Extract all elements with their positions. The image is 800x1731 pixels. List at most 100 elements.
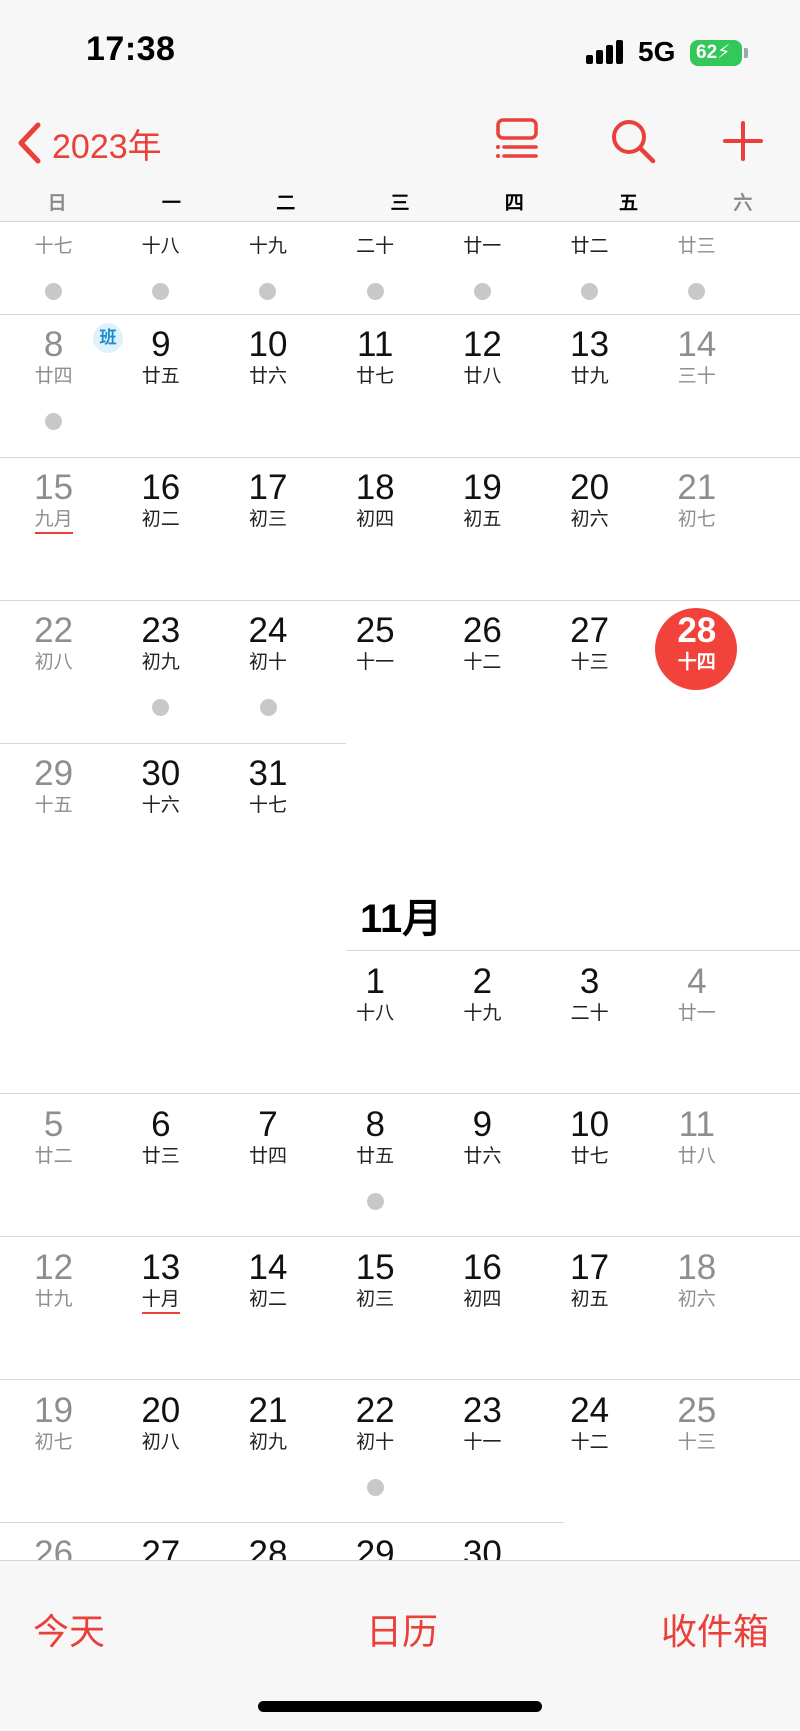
day-cell[interactable]: 23 初九 bbox=[107, 598, 214, 741]
day-cell[interactable]: 2 十九 bbox=[429, 949, 536, 1092]
day-number: 27 bbox=[141, 1534, 181, 1560]
lunar-date: 初二 bbox=[141, 509, 180, 530]
day-number: 23 bbox=[462, 1391, 502, 1430]
day-cell[interactable]: 9 廿六 bbox=[429, 1092, 536, 1235]
lunar-date: 廿九 bbox=[34, 1289, 73, 1310]
back-button[interactable]: 2023年 bbox=[16, 118, 162, 168]
day-cell[interactable]: 25 十三 bbox=[643, 1378, 750, 1521]
day-cell[interactable]: 16 初四 bbox=[429, 1235, 536, 1378]
day-cell[interactable]: 12 廿九 bbox=[0, 1235, 107, 1378]
day-cell[interactable]: 13 廿九 bbox=[536, 312, 643, 455]
day-number: 21 bbox=[248, 1391, 288, 1430]
day-cell[interactable]: 17 初三 bbox=[215, 455, 322, 598]
day-cell[interactable]: 25 十一 bbox=[322, 598, 429, 741]
day-cell[interactable]: 10 廿六 bbox=[215, 312, 322, 455]
lunar-date: 十四 bbox=[677, 652, 716, 673]
day-cell[interactable]: 20 初八 bbox=[107, 1378, 214, 1521]
day-cell[interactable]: 19 初七 bbox=[0, 1378, 107, 1521]
day-cell[interactable]: 29 十五 bbox=[0, 741, 107, 884]
day-cell-partial[interactable]: 廿三 bbox=[643, 222, 750, 325]
day-number: 15 bbox=[355, 1248, 395, 1287]
month-grid[interactable]: 11月 十七 十八 十九 二十 廿一 廿二 廿三 8 廿四班 9 廿五 10 廿六 11 廿七 12 廿八 13 廿… bbox=[0, 222, 800, 1560]
tab-inbox[interactable]: 收件箱 bbox=[661, 1603, 769, 1655]
day-cell[interactable]: 7 廿四 bbox=[215, 1092, 322, 1235]
day-cell[interactable]: 9 廿五 bbox=[107, 312, 214, 455]
day-cell-partial[interactable]: 十九 bbox=[214, 222, 321, 325]
lunar-date: 廿六 bbox=[463, 1146, 502, 1167]
day-cell[interactable]: 27 bbox=[107, 1521, 214, 1560]
day-cell[interactable]: 14 初二 bbox=[215, 1235, 322, 1378]
day-cell[interactable]: 15 初三 bbox=[322, 1235, 429, 1378]
day-cell[interactable]: 8 廿四 bbox=[0, 312, 107, 455]
day-cell[interactable]: 28 十四 bbox=[643, 598, 750, 741]
day-cell[interactable]: 18 初四 bbox=[322, 455, 429, 598]
lunar-date: 二十 bbox=[356, 236, 395, 257]
lunar-month-label: 九月 bbox=[34, 509, 73, 534]
day-number: 1 bbox=[365, 962, 385, 1001]
day-cell[interactable]: 18 初六 bbox=[643, 1235, 750, 1378]
lunar-date: 十八 bbox=[141, 236, 180, 257]
tab-today[interactable]: 今天 bbox=[33, 1603, 105, 1655]
day-cell[interactable]: 19 初五 bbox=[429, 455, 536, 598]
tab-calendars[interactable]: 日历 bbox=[366, 1603, 438, 1655]
day-cell[interactable]: 24 初十 bbox=[215, 598, 322, 741]
day-number: 21 bbox=[677, 468, 717, 507]
lunar-date: 廿二 bbox=[34, 1146, 73, 1167]
day-number: 11 bbox=[357, 325, 394, 364]
day-cell-partial[interactable]: 十八 bbox=[107, 222, 214, 325]
search-button[interactable] bbox=[606, 114, 660, 168]
day-cell[interactable]: 21 初七 bbox=[643, 455, 750, 598]
day-number: 30 bbox=[462, 1534, 502, 1560]
day-number: 25 bbox=[355, 611, 395, 650]
day-cell-partial[interactable]: 十七 bbox=[0, 222, 107, 325]
day-cell[interactable]: 24 十二 bbox=[536, 1378, 643, 1521]
day-cell[interactable]: 8 廿五 bbox=[322, 1092, 429, 1235]
day-cell[interactable]: 11 廿八 bbox=[643, 1092, 750, 1235]
day-cell[interactable]: 26 bbox=[0, 1521, 107, 1560]
day-cell[interactable]: 23 十一 bbox=[429, 1378, 536, 1521]
day-cell[interactable]: 13 十月 bbox=[107, 1235, 214, 1378]
add-event-button[interactable] bbox=[716, 114, 770, 168]
day-cell[interactable]: 30 bbox=[429, 1521, 536, 1560]
day-cell[interactable]: 14 三十 bbox=[643, 312, 750, 455]
day-cell-partial[interactable]: 廿一 bbox=[429, 222, 536, 325]
day-number: 19 bbox=[34, 1391, 74, 1430]
day-cell[interactable]: 22 初十 bbox=[322, 1378, 429, 1521]
day-cell[interactable]: 16 初二 bbox=[107, 455, 214, 598]
nav-bar: 2023年 日 一 二 三 四 五 六 bbox=[0, 100, 800, 222]
lunar-date: 廿七 bbox=[356, 366, 395, 387]
day-number: 6 bbox=[151, 1105, 171, 1144]
day-number: 29 bbox=[34, 754, 74, 793]
day-cell-partial[interactable]: 廿二 bbox=[536, 222, 643, 325]
day-cell[interactable]: 28 bbox=[215, 1521, 322, 1560]
day-cell[interactable]: 20 初六 bbox=[536, 455, 643, 598]
month-title: 11月 bbox=[360, 897, 443, 941]
lunar-date: 初七 bbox=[677, 509, 716, 530]
list-view-button[interactable] bbox=[490, 114, 544, 168]
day-cell[interactable]: 10 廿七 bbox=[536, 1092, 643, 1235]
day-cell[interactable]: 4 廿一 bbox=[643, 949, 750, 1092]
day-cell[interactable]: 6 廿三 bbox=[107, 1092, 214, 1235]
signal-icon bbox=[586, 40, 626, 64]
day-number: 12 bbox=[462, 325, 502, 364]
day-cell[interactable]: 1 十八 bbox=[322, 949, 429, 1092]
day-cell[interactable]: 22 初八 bbox=[0, 598, 107, 741]
day-cell[interactable]: 17 初五 bbox=[536, 1235, 643, 1378]
day-cell[interactable]: 12 廿八 bbox=[429, 312, 536, 455]
day-cell[interactable]: 5 廿二 bbox=[0, 1092, 107, 1235]
day-cell[interactable]: 11 廿七 bbox=[322, 312, 429, 455]
event-dot bbox=[473, 283, 491, 300]
day-cell[interactable]: 26 十二 bbox=[429, 598, 536, 741]
day-cell[interactable]: 30 十六 bbox=[107, 741, 214, 884]
day-cell[interactable]: 21 初九 bbox=[215, 1378, 322, 1521]
day-cell[interactable]: 15 九月 bbox=[0, 455, 107, 598]
day-cell-partial[interactable]: 二十 bbox=[322, 222, 429, 325]
day-cell[interactable]: 31 十七 bbox=[215, 741, 322, 884]
back-label: 2023年 bbox=[52, 127, 162, 166]
day-number: 16 bbox=[141, 468, 181, 507]
network-type: 5G bbox=[638, 36, 676, 67]
day-cell[interactable]: 3 二十 bbox=[536, 949, 643, 1092]
day-number: 14 bbox=[248, 1248, 288, 1287]
day-cell[interactable]: 27 十三 bbox=[536, 598, 643, 741]
day-cell[interactable]: 29 bbox=[322, 1521, 429, 1560]
